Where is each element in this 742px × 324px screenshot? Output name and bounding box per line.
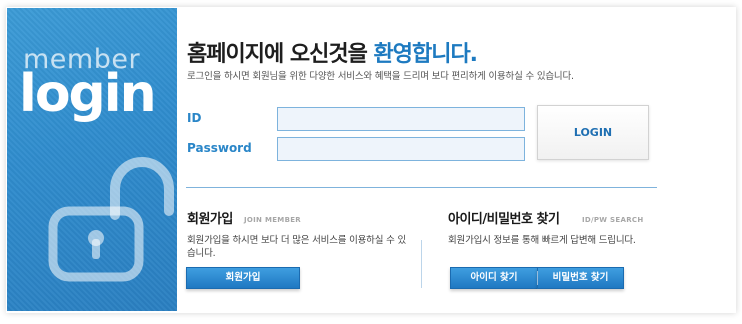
id-label: ID — [187, 111, 202, 125]
find-id-button[interactable]: 아이디 찾기 — [450, 267, 537, 289]
button-separator — [537, 271, 538, 285]
column-divider — [421, 240, 422, 288]
page-title: 홈페이지에 오신것을 환영합니다. — [187, 36, 478, 68]
welcome-subtitle: 로그인을 하시면 회원님을 위한 다양한 서비스와 혜택을 드리며 보다 편리하… — [187, 71, 574, 82]
id-input[interactable] — [277, 107, 525, 131]
join-title: 회원가입 — [187, 212, 233, 227]
find-password-button[interactable]: 비밀번호 찾기 — [537, 267, 624, 289]
join-subtitle: JOIN MEMBER — [244, 216, 301, 224]
password-label: Password — [187, 141, 252, 155]
password-input[interactable] — [277, 137, 525, 161]
welcome-prefix: 홈페이지에 오신것을 — [187, 42, 374, 67]
join-button[interactable]: 회원가입 — [186, 267, 300, 289]
member-login-banner: member login — [7, 8, 177, 311]
login-text: login — [19, 64, 157, 124]
section-divider — [186, 187, 657, 188]
login-button[interactable]: LOGIN — [537, 105, 649, 160]
find-title: 아이디/비밀번호 찾기 — [448, 212, 560, 227]
find-subtitle: ID/PW SEARCH — [582, 216, 644, 224]
join-description: 회원가입을 하시면 보다 더 많은 서비스를 이용하실 수 있습니다. — [187, 235, 406, 259]
find-description: 회원가입시 정보를 통해 빠르게 답변해 드립니다. — [448, 235, 636, 246]
unlocked-padlock-icon — [48, 157, 174, 282]
welcome-accent: 환영합니다. — [373, 42, 478, 67]
